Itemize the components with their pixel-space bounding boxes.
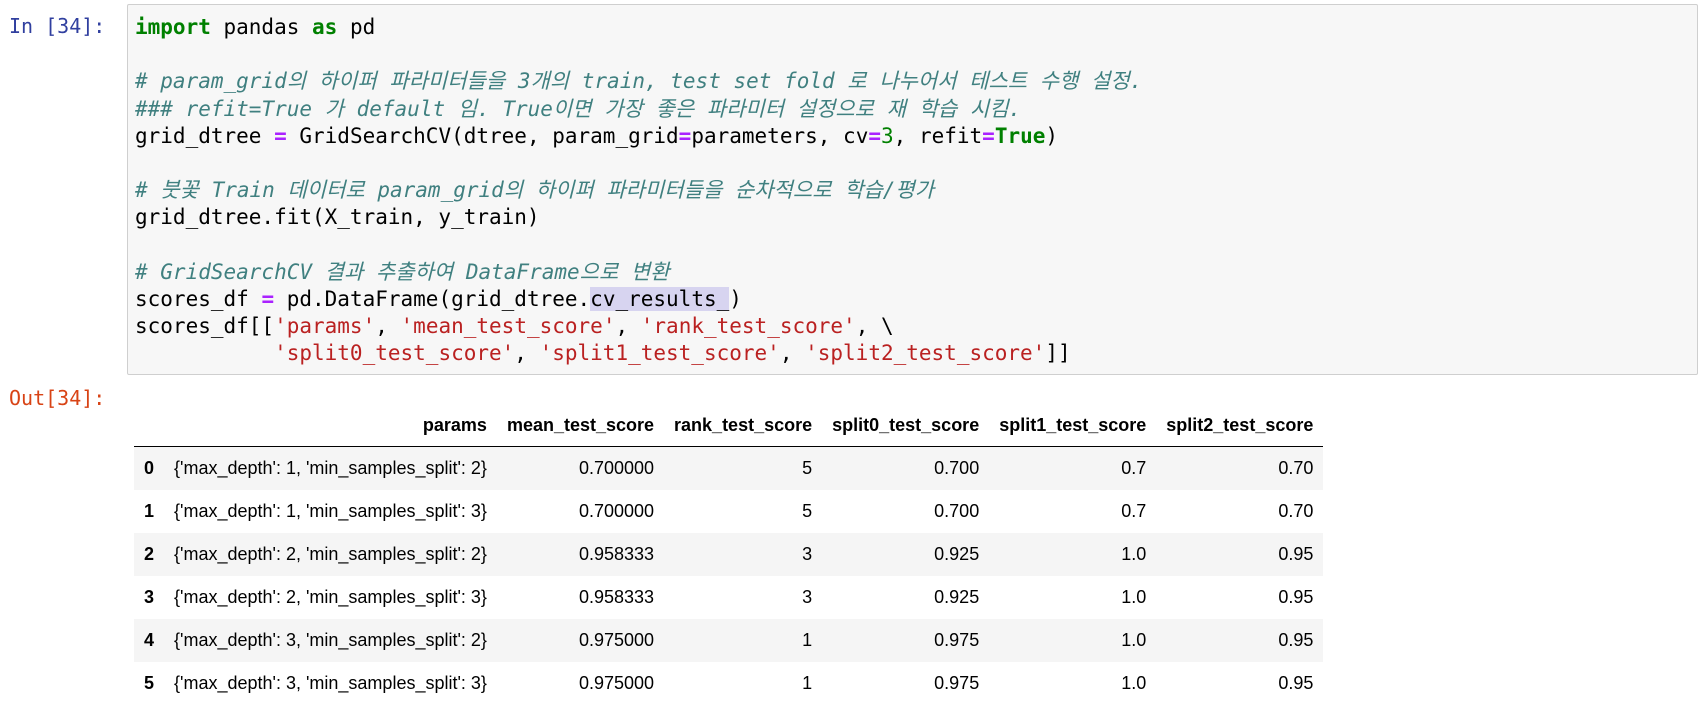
cell-rank-test-score: 3: [802, 587, 813, 607]
cell-params: {'max_depth': 2, 'min_samples_split': 3}: [174, 587, 487, 607]
cell-split0-test-score: 0.925: [934, 544, 980, 564]
cell-split0-test-score: 0.700: [934, 458, 980, 478]
cell-mean-test-score: 0.975000: [578, 630, 655, 650]
row-index: 5: [144, 673, 155, 693]
code-comment: ### refit=True 가 default 임. True이면 가장 좋은…: [135, 96, 1022, 121]
cell-split0-test-score: 0.925: [934, 587, 980, 607]
code-line: grid_dtree.fit(X_train, y_train): [135, 205, 540, 230]
cell-mean-test-score: 0.700000: [578, 458, 655, 478]
cell-split2-test-score: 0.70: [1278, 458, 1314, 478]
cell-split2-test-score: 0.95: [1278, 673, 1314, 693]
cell-params: {'max_depth': 1, 'min_samples_split': 2}: [174, 458, 487, 478]
column-header-split1-test-score: split1_test_score: [989, 404, 1157, 447]
table-row: 3 {'max_depth': 2, 'min_samples_split': …: [134, 576, 1323, 619]
column-header-split2-test-score: split2_test_score: [1156, 404, 1324, 447]
code-line: scores_df[['params', 'mean_test_score', …: [135, 314, 894, 339]
column-header-mean-test-score: mean_test_score: [496, 404, 665, 447]
table-row: 4 {'max_depth': 3, 'min_samples_split': …: [134, 619, 1324, 662]
output-prompt: Out[34]:: [9, 386, 106, 410]
table-row: 5 {'max_depth': 3, 'min_samples_split': …: [134, 662, 1323, 705]
code-comment: # 붓꽃 Train 데이터로 param_grid의 하이퍼 파라미터들을 순…: [135, 178, 935, 203]
cell-split2-test-score: 0.70: [1278, 501, 1314, 521]
dataframe-output: params mean_test_score rank_test_score s…: [134, 404, 1324, 705]
dataframe-table: params mean_test_score rank_test_score s…: [134, 404, 1324, 705]
code-editor[interactable]: import pandas as pd # param_grid의 하이퍼 파라…: [127, 4, 1698, 375]
cell-split0-test-score: 0.700: [934, 501, 980, 521]
cell-split1-test-score: 0.7: [1121, 501, 1147, 521]
cell-split0-test-score: 0.975: [934, 630, 980, 650]
table-row: 2 {'max_depth': 2, 'min_samples_split': …: [134, 533, 1324, 576]
cell-rank-test-score: 1: [802, 630, 813, 650]
code-text[interactable]: import pandas as pd # param_grid의 하이퍼 파라…: [135, 14, 1142, 368]
code-line: scores_df = pd.DataFrame(grid_dtree.cv_r…: [135, 287, 742, 312]
cell-split2-test-score: 0.95: [1278, 587, 1314, 607]
cell-mean-test-score: 0.700000: [578, 501, 655, 521]
cell-params: {'max_depth': 2, 'min_samples_split': 2}: [174, 544, 487, 564]
cell-rank-test-score: 1: [802, 673, 813, 693]
column-header-rank-test-score: rank_test_score: [664, 404, 823, 447]
cell-params: {'max_depth': 3, 'min_samples_split': 2}: [174, 630, 487, 650]
column-header-params: params: [164, 404, 497, 447]
cell-split2-test-score: 0.95: [1278, 544, 1314, 564]
keyword-as: as: [312, 15, 338, 39]
table-header-row: params mean_test_score rank_test_score s…: [134, 404, 1324, 447]
highlighted-token: cv_results_: [590, 287, 730, 312]
row-index: 4: [144, 630, 155, 650]
input-prompt: In [34]:: [9, 14, 106, 38]
code-comment: # GridSearchCV 결과 추출하여 DataFrame으로 변환: [135, 259, 670, 284]
cell-split1-test-score: 1.0: [1121, 673, 1147, 693]
code-line: 'split0_test_score', 'split1_test_score'…: [274, 341, 1071, 366]
table-row: 0 {'max_depth': 1, 'min_samples_split': …: [134, 446, 1324, 490]
code-line: import pandas as pd: [135, 15, 376, 39]
code-comment: # param_grid의 하이퍼 파라미터들을 3개의 train, test…: [135, 69, 1143, 94]
row-index: 2: [144, 544, 155, 564]
row-index: 1: [144, 501, 155, 521]
cell-split1-test-score: 1.0: [1121, 544, 1147, 564]
code-line: grid_dtree = GridSearchCV(dtree, param_g…: [135, 123, 1059, 148]
column-header-index: [134, 404, 165, 447]
cell-split0-test-score: 0.975: [934, 673, 980, 693]
cell-split1-test-score: 1.0: [1121, 630, 1147, 650]
cell-mean-test-score: 0.958333: [578, 544, 655, 564]
cell-rank-test-score: 5: [802, 458, 813, 478]
table-row: 1 {'max_depth': 1, 'min_samples_split': …: [134, 490, 1323, 533]
cell-mean-test-score: 0.975000: [578, 673, 655, 693]
column-header-split0-test-score: split0_test_score: [822, 404, 990, 447]
cell-params: {'max_depth': 3, 'min_samples_split': 3}: [174, 673, 487, 693]
keyword-import: import: [135, 15, 211, 39]
cell-split1-test-score: 1.0: [1121, 587, 1147, 607]
cell-split1-test-score: 0.7: [1121, 458, 1147, 478]
cell-mean-test-score: 0.958333: [578, 587, 655, 607]
row-index: 0: [144, 458, 155, 478]
row-index: 3: [144, 587, 155, 607]
cell-rank-test-score: 3: [802, 544, 813, 564]
cell-params: {'max_depth': 1, 'min_samples_split': 3}: [174, 501, 487, 521]
cell-split2-test-score: 0.95: [1278, 630, 1314, 650]
cell-rank-test-score: 5: [802, 501, 813, 521]
